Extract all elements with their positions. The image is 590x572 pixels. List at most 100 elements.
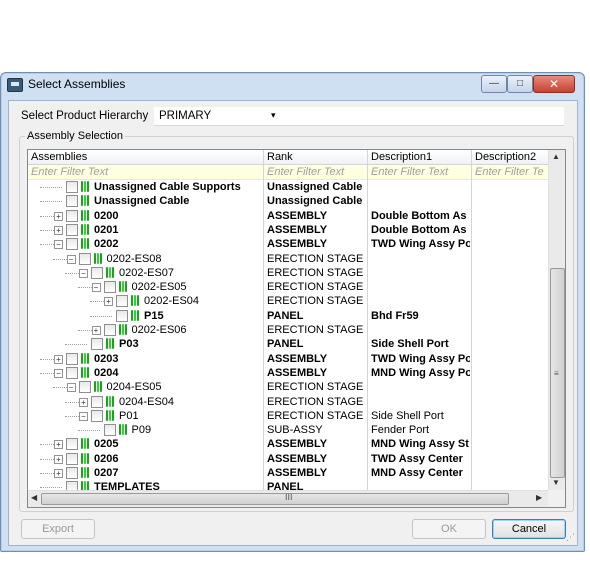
expand-icon[interactable]: + [54, 454, 63, 464]
minimize-button[interactable]: — [481, 75, 507, 93]
scroll-down-icon[interactable]: ▼ [552, 478, 560, 487]
assembly-node-icon [80, 352, 91, 364]
table-row[interactable]: +0206 ASSEMBLY TWD Assy Center [28, 452, 548, 466]
ok-button[interactable]: OK [412, 519, 486, 539]
row-checkbox[interactable] [103, 324, 116, 336]
expand-icon[interactable]: + [54, 469, 63, 478]
horizontal-scroll-thumb[interactable]: III [41, 492, 509, 505]
table-row[interactable]: +0204-ES04 ERECTION STAGE [28, 395, 548, 409]
tree-cell: +0200 [28, 209, 263, 223]
collapse-icon[interactable]: − [79, 268, 88, 278]
row-checkbox[interactable] [66, 195, 78, 208]
resize-grip-icon[interactable]: ⋰ [566, 532, 575, 543]
rank-cell: ASSEMBLY [267, 352, 328, 365]
table-row[interactable]: P15 PANEL Bhd Fr59 [28, 309, 548, 323]
table-row[interactable]: +0202-ES04 ERECTION STAGE [28, 294, 548, 308]
row-checkbox[interactable] [78, 252, 91, 265]
tree-cell: − 0202 [28, 237, 263, 251]
row-checkbox[interactable] [66, 238, 78, 251]
filter-input-description2[interactable]: Enter Filter Te [475, 166, 547, 178]
tree-cell: +0202-ES06 [28, 323, 263, 337]
collapse-icon[interactable]: − [91, 283, 101, 293]
row-checkbox[interactable] [103, 281, 116, 294]
table-row[interactable]: − P01 ERECTION STAGE Side Shell Port [28, 409, 548, 423]
table-row[interactable]: +0202-ES06 ERECTION STAGE [28, 323, 548, 337]
table-row[interactable]: P09 SUB-ASSY Fender Port [28, 423, 548, 437]
column-header-assemblies[interactable]: Assemblies [31, 151, 87, 163]
maximize-icon: □ [516, 78, 524, 89]
close-icon: ✕ [548, 77, 560, 91]
title-bar[interactable]: Select Assemblies — □ ✕ [1, 73, 584, 95]
row-checkbox[interactable] [116, 309, 128, 322]
scroll-left-icon[interactable]: ◀ [31, 493, 37, 502]
table-row[interactable]: − 0202-ES05 ERECTION STAGE [28, 280, 548, 294]
product-hierarchy-label: Select Product Hierarchy [21, 110, 149, 122]
table-row[interactable]: Unassigned Cable Unassigned Cable [28, 194, 548, 208]
expand-icon[interactable]: + [54, 225, 63, 235]
expand-icon[interactable]: + [54, 211, 63, 221]
vertical-scrollbar[interactable]: ▲ ≡ ▼ [548, 150, 565, 490]
column-header-description2[interactable]: Description2 [475, 151, 536, 163]
row-checkbox[interactable] [91, 409, 103, 422]
column-header-description1[interactable]: Description1 [371, 151, 432, 163]
row-checkbox[interactable] [66, 352, 78, 365]
table-row[interactable]: − 0202-ES07 ERECTION STAGE [28, 266, 548, 280]
row-checkbox[interactable] [66, 223, 78, 236]
rank-cell: ASSEMBLY [267, 467, 328, 479]
collapse-icon[interactable]: − [54, 240, 63, 250]
table-row[interactable]: − 0204 ASSEMBLY MND Wing Assy Po [28, 366, 548, 380]
chevron-down-icon[interactable]: ▾ [271, 110, 276, 121]
scroll-up-icon[interactable]: ▲ [552, 152, 560, 161]
expand-icon[interactable]: + [54, 440, 63, 450]
horizontal-scrollbar[interactable]: ◀ III ▶ [28, 490, 548, 507]
filter-input-rank[interactable]: Enter Filter Text [267, 166, 367, 178]
row-checkbox[interactable] [91, 395, 103, 408]
rank-cell: ERECTION STAGE [267, 395, 364, 408]
cancel-button[interactable]: Cancel [492, 519, 566, 539]
assemblies-tree-grid[interactable]: Assemblies Rank Description1 Description… [27, 149, 566, 508]
collapse-icon[interactable]: − [66, 383, 76, 393]
row-checkbox[interactable] [103, 424, 116, 437]
export-button[interactable]: Export [21, 519, 95, 539]
table-row[interactable]: − 0202-ES08 ERECTION STAGE [28, 252, 548, 266]
expand-icon[interactable]: + [91, 326, 101, 335]
table-row[interactable]: Unassigned Cable Supports Unassigned Cabl… [28, 180, 548, 194]
assembly-name: P15 [144, 309, 164, 322]
grip-icon: ≡ [554, 369, 559, 378]
maximize-button[interactable]: □ [507, 75, 533, 93]
row-checkbox[interactable] [66, 452, 78, 465]
table-row[interactable]: − 0202 ASSEMBLY TWD Wing Assy Po [28, 237, 548, 251]
table-row[interactable]: +0203 ASSEMBLY TWD Wing Assy Po [28, 352, 548, 366]
row-checkbox[interactable] [91, 266, 103, 279]
table-row[interactable]: − 0204-ES05 ERECTION STAGE [28, 380, 548, 394]
filter-input-description1[interactable]: Enter Filter Text [371, 166, 471, 178]
product-hierarchy-value[interactable]: PRIMARY [159, 110, 211, 122]
table-row[interactable]: +0205 ASSEMBLY MND Wing Assy St [28, 437, 548, 451]
table-row[interactable]: +0201 ASSEMBLY Double Bottom As [28, 223, 548, 237]
row-checkbox[interactable] [66, 467, 78, 479]
row-checkbox[interactable] [66, 366, 78, 379]
close-button[interactable]: ✕ [533, 75, 575, 93]
expand-icon[interactable]: + [54, 354, 63, 364]
table-row[interactable]: +0200 ASSEMBLY Double Bottom As [28, 209, 548, 223]
expand-icon[interactable]: + [79, 397, 88, 407]
row-checkbox[interactable] [91, 338, 103, 351]
collapse-icon[interactable]: − [66, 254, 76, 264]
scroll-right-icon[interactable]: ▶ [536, 493, 542, 502]
column-header-rank[interactable]: Rank [267, 151, 293, 163]
table-row[interactable]: +0207 ASSEMBLY MND Assy Center [28, 466, 548, 480]
tree-cell: − 0202-ES07 [28, 266, 263, 280]
row-checkbox[interactable] [66, 181, 78, 193]
filter-input-assemblies[interactable]: Enter Filter Text [31, 166, 261, 178]
vertical-scroll-thumb[interactable]: ≡ [550, 268, 565, 478]
collapse-icon[interactable]: − [79, 411, 88, 421]
row-checkbox[interactable] [66, 438, 78, 451]
tree-cell: +0202-ES04 [28, 294, 263, 308]
row-checkbox[interactable] [78, 381, 91, 394]
table-row[interactable]: P03 PANEL Side Shell Port [28, 337, 548, 351]
collapse-icon[interactable]: − [54, 368, 63, 378]
row-checkbox[interactable] [66, 209, 78, 222]
expand-icon[interactable]: + [104, 297, 113, 307]
product-hierarchy-select[interactable] [154, 107, 564, 126]
row-checkbox[interactable] [116, 295, 128, 308]
